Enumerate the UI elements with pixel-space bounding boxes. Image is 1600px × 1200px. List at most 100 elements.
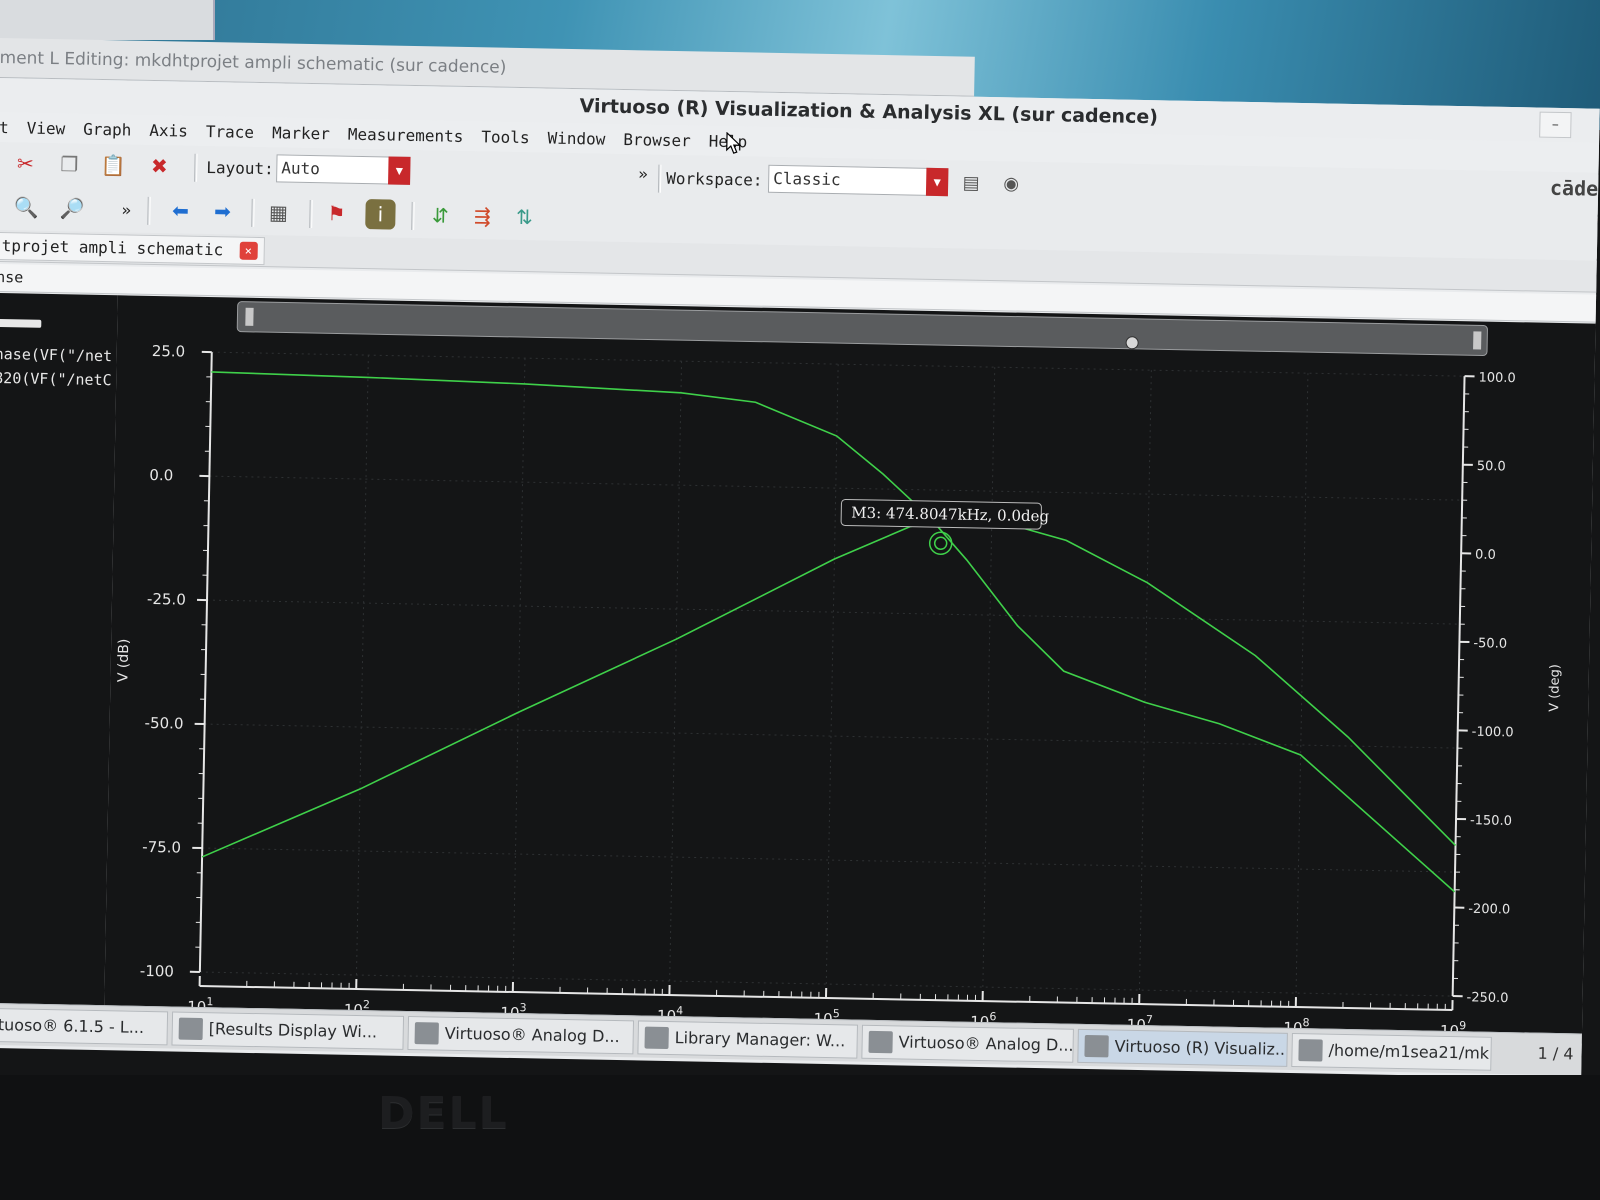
toolbar-separator [657, 164, 662, 193]
y-tick-label-left: 25.0 [152, 342, 186, 361]
toolbar-overflow-icon[interactable]: » [638, 164, 648, 183]
y-tick-label-left: -50.0 [144, 714, 183, 733]
menu-axis[interactable]: Axis [149, 120, 188, 140]
taskbar-item[interactable]: Virtuoso® Analog D... [407, 1016, 635, 1055]
split-traces-icon[interactable]: ⇶ [467, 201, 498, 232]
taskbar-item-label: irtuoso® 6.1.5 - L... [0, 1014, 145, 1037]
taskbar-item[interactable]: irtuoso® 6.1.5 - L... [0, 1007, 169, 1046]
schematic-window-title: ment L Editing: mkdhtprojet ampli schema… [0, 47, 507, 78]
stack-traces-icon[interactable]: ⇵ [425, 200, 456, 231]
undo-icon[interactable]: ⬅ [165, 195, 196, 226]
taskbar-item-label: Virtuoso® Analog D... [444, 1023, 620, 1047]
menu-trace[interactable]: Trace [206, 121, 255, 141]
y-tick-label-right: -250.0 [1466, 990, 1508, 1006]
y-tick-label-left: -75.0 [142, 838, 181, 857]
chevron-down-icon[interactable]: ▼ [925, 167, 949, 197]
menu-graph[interactable]: Graph [83, 119, 132, 139]
waveform-icon [1084, 1035, 1109, 1058]
workspace-pager[interactable]: 1 / 4 [1537, 1044, 1573, 1064]
menu-marker[interactable]: Marker [272, 123, 330, 143]
copy-icon[interactable]: ❐ [54, 149, 85, 180]
layout-value: Auto [281, 158, 321, 179]
workspace-label: Workspace: [666, 168, 763, 190]
zoom-in-icon[interactable]: 🔍 [11, 192, 42, 223]
grid-line-vertical [355, 355, 369, 976]
bode-chart[interactable]: 25.0 0.0 -25.0 -50.0 -75.0 -100 V (dB) 100.0 50.… [104, 295, 1596, 1043]
menu-edit[interactable]: t [0, 117, 9, 136]
close-icon[interactable]: × [239, 241, 258, 260]
toolbar-separator [411, 201, 415, 230]
zoom-scrollbar-grip-icon[interactable] [1125, 336, 1139, 350]
y-tick-label-left: -25.0 [147, 590, 186, 609]
y-tick-label-right: 50.0 [1477, 459, 1506, 475]
overlay-traces-icon[interactable]: ⇅ [509, 202, 540, 233]
workspace-value: Classic [773, 168, 841, 190]
grid-line-vertical [1295, 373, 1309, 994]
toolbar-separator [309, 199, 313, 229]
redo-icon[interactable]: ➡ [207, 196, 238, 227]
menu-view[interactable]: View [27, 118, 66, 138]
y-axis-right [1451, 376, 1466, 997]
taskbar-item[interactable]: Virtuoso® Analog D... [861, 1024, 1074, 1063]
trace-list-item[interactable]: nase(VF("/net [0, 345, 112, 365]
marker-m3[interactable] [928, 531, 953, 556]
layout-label: Layout: [206, 157, 274, 179]
y-tick-label-left: -100 [140, 962, 174, 981]
taskbar-item-label: [Results Display Wi... [208, 1019, 378, 1042]
workspace-select[interactable]: Classic ▼ [767, 164, 949, 197]
taskbar-item[interactable]: [Results Display Wi... [171, 1011, 405, 1050]
y-tick-label-left: 0.0 [149, 466, 173, 484]
visualization-window: Virtuoso (R) Visualization & Analysis XL… [0, 78, 1600, 1079]
taskbar-item-label: Library Manager: W... [674, 1028, 846, 1051]
menu-tools[interactable]: Tools [481, 127, 530, 147]
grid-line-vertical [512, 358, 526, 979]
calculator-icon[interactable]: ▦ [263, 197, 294, 228]
y-axis-label-left: V (dB) [115, 639, 132, 683]
y-tick-label-right: -150.0 [1470, 813, 1512, 829]
toolbar-separator [147, 196, 151, 225]
info-icon[interactable]: i [365, 199, 396, 230]
cadence-logo: cāde [1549, 175, 1599, 201]
mouse-cursor-icon [726, 131, 742, 154]
desktop-panel [0, 0, 215, 40]
tab-schematic[interactable]: tprojet ampli schematic × [0, 231, 265, 266]
minimize-button[interactable]: – [1539, 111, 1572, 139]
toolbar-overflow-icon[interactable]: » [121, 200, 131, 219]
taskbar-item[interactable]: Library Manager: W... [637, 1020, 858, 1059]
library-manager-icon [644, 1026, 669, 1050]
taskbar-item[interactable]: /home/m1sea21/mk... [1291, 1032, 1492, 1071]
results-display-icon [178, 1017, 203, 1041]
menu-window[interactable]: Window [547, 128, 605, 148]
load-workspace-icon[interactable]: ◉ [996, 169, 1027, 200]
phase-trace[interactable] [201, 503, 1462, 881]
virtuoso-analog-icon [868, 1030, 893, 1054]
y-tick-label-right: -50.0 [1473, 636, 1507, 652]
panel-scroll-handle[interactable] [0, 318, 42, 328]
grid-line-vertical [1138, 370, 1152, 991]
flag-icon[interactable]: ⚑ [321, 198, 352, 229]
grid-line-vertical [825, 364, 839, 985]
delete-icon[interactable]: ✖ [144, 151, 175, 182]
cut-icon[interactable]: ✂ [10, 148, 41, 179]
zoom-out-icon[interactable]: 🔎 [57, 193, 88, 224]
taskbar-item-label: Virtuoso (R) Visualiz... [1114, 1036, 1288, 1059]
marker-m3-inner [933, 536, 948, 551]
zoom-scrollbar-left-handle[interactable] [245, 307, 254, 326]
menu-browser[interactable]: Browser [623, 129, 691, 149]
trace-list-item[interactable]: 820(VF("/netC [0, 369, 112, 389]
y-axis-label-right: V (deg) [1547, 664, 1563, 712]
taskbar-item[interactable]: Virtuoso (R) Visualiz... [1077, 1028, 1288, 1067]
layout-select[interactable]: Auto ▼ [276, 154, 411, 185]
paste-icon[interactable]: 📋 [98, 150, 129, 181]
toolbar-separator [251, 198, 255, 227]
graph-area[interactable]: 25.0 0.0 -25.0 -50.0 -75.0 -100 V (dB) 100.0 50.… [104, 295, 1596, 1044]
chevron-down-icon[interactable]: ▼ [388, 156, 411, 185]
photo-scene: ment L Editing: mkdhtprojet ampli schema… [0, 0, 1600, 1200]
save-workspace-icon[interactable]: ▤ [956, 168, 987, 199]
magnitude-trace[interactable] [202, 371, 1464, 893]
subwindow-label: nse [0, 267, 24, 287]
zoom-scrollbar-right-handle[interactable] [1473, 331, 1482, 350]
grid-line-vertical [669, 361, 683, 982]
terminal-icon [1298, 1039, 1323, 1062]
menu-measurements[interactable]: Measurements [348, 124, 464, 145]
